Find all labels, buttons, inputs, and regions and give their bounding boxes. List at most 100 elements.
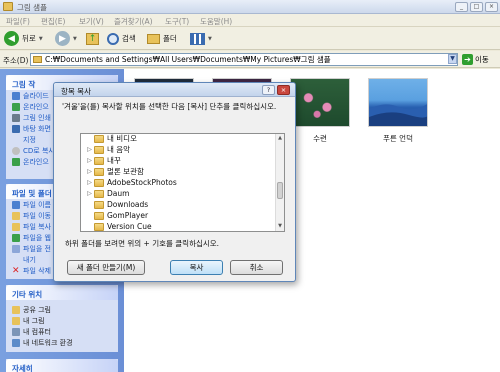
go-button[interactable]: ➔ 이동: [462, 54, 489, 65]
tree-item[interactable]: ▷ Daum: [85, 188, 129, 199]
tree-item[interactable]: Downloads: [85, 199, 148, 210]
place-my-pictures[interactable]: 내 그림: [6, 315, 118, 326]
go-arrow-icon: ➔: [462, 54, 473, 65]
dialog-title-bar: 항목 복사 ? ×: [54, 83, 295, 97]
globe-icon: [12, 157, 20, 166]
dialog-hint: 하위 폴더를 보려면 위의 + 기호를 클릭하십시오.: [65, 239, 220, 248]
minimize-button[interactable]: _: [455, 2, 468, 12]
computer-icon: [12, 327, 20, 336]
menu-tools[interactable]: 도구(T): [165, 16, 189, 27]
folder-up-icon: ↑: [86, 32, 99, 45]
maximize-button[interactable]: □: [470, 2, 483, 12]
views-icon: [190, 32, 205, 45]
tree-item[interactable]: ▷ AdobeStockPhotos: [85, 177, 177, 188]
address-input[interactable]: C:₩Documents and Settings₩All Users₩Docu…: [30, 53, 458, 66]
details-panel: 자세히: [6, 359, 118, 372]
folder-icon: [94, 222, 104, 231]
menu-edit[interactable]: 편집(E): [41, 16, 65, 27]
scroll-down-icon[interactable]: ▼: [276, 222, 284, 231]
folders-icon: [147, 33, 160, 44]
thumbnail-caption: 수련: [313, 134, 327, 143]
search-label: 검색: [122, 34, 136, 43]
folder-icon: [12, 305, 20, 314]
folder-icon: [33, 56, 42, 63]
chevron-down-icon: ▼: [38, 35, 43, 42]
toolbar: ◀ 뒤로 ▼ ▶ ▼ ↑ 검색 폴더 ▼: [0, 27, 500, 50]
desktop-icon: [12, 124, 20, 133]
menu-file[interactable]: 파일(F): [6, 16, 30, 27]
tree-item[interactable]: GomPlayer: [85, 210, 148, 221]
copy-items-dialog: 항목 복사 ? × '겨울'을(를) 복사할 위치를 선택한 다음 [복사] 단…: [53, 82, 296, 282]
folder-icon: [94, 134, 104, 143]
tree-item[interactable]: ▷ 내꾸: [85, 155, 121, 166]
expand-arrow-icon[interactable]: ▷: [85, 179, 94, 186]
slideshow-icon: [12, 91, 20, 100]
folder-icon: [94, 145, 104, 154]
go-label: 이동: [475, 55, 489, 64]
folders-button[interactable]: 폴더: [147, 30, 177, 47]
chevron-down-icon: ▼: [208, 35, 212, 42]
folders-label: 폴더: [163, 34, 177, 43]
up-folder-button[interactable]: ↑: [86, 30, 99, 47]
copy-icon: [12, 222, 20, 231]
back-button[interactable]: ◀ 뒤로 ▼: [4, 30, 43, 47]
menu-help[interactable]: 도움말(H): [200, 16, 232, 27]
back-arrow-icon: ◀: [4, 31, 19, 46]
chevron-down-icon: ▼: [73, 35, 77, 42]
back-label: 뒤로: [22, 34, 36, 43]
dialog-close-button[interactable]: ×: [277, 85, 290, 95]
address-bar: 주소(D) C:₩Documents and Settings₩All User…: [0, 51, 500, 68]
copy-button[interactable]: 복사: [170, 260, 223, 275]
move-icon: [12, 211, 20, 220]
menu-favorites[interactable]: 즐겨찾기(A): [114, 16, 153, 27]
address-label: 주소(D): [3, 56, 29, 65]
cd-icon: [12, 146, 20, 155]
place-my-computer[interactable]: 내 컴퓨터: [6, 326, 118, 337]
place-network[interactable]: 내 네트워크 환경: [6, 337, 118, 348]
other-places-header[interactable]: 기타 위치: [6, 285, 118, 300]
folder-icon: [12, 316, 20, 325]
expand-arrow-icon[interactable]: ▷: [85, 146, 94, 153]
folder-icon: [3, 2, 13, 11]
tree-item[interactable]: ▷ 내 음악: [85, 144, 130, 155]
forward-button[interactable]: ▶ ▼: [55, 30, 77, 47]
details-header[interactable]: 자세히: [6, 359, 118, 372]
thumbnail-blue-hills[interactable]: [368, 78, 428, 127]
folder-tree[interactable]: 내 비디오 ▷ 내 음악 ▷ 내꾸 ▷ 멀론 보관함 ▷ AdobeStockPhoto…: [80, 133, 285, 232]
dialog-instruction: '겨울'을(를) 복사할 위치를 선택한 다음 [복사] 단추를 클릭하십시오.: [62, 102, 277, 111]
delete-icon: ✕: [12, 265, 20, 276]
close-button[interactable]: ×: [485, 2, 498, 12]
folder-icon: [94, 156, 104, 165]
address-dropdown-icon[interactable]: ▼: [448, 54, 457, 64]
new-folder-button[interactable]: 새 폴더 만들기(M): [67, 260, 145, 275]
folder-icon: [94, 211, 104, 220]
printer-icon: [12, 113, 20, 122]
tree-item[interactable]: ▷ 멀론 보관함: [85, 166, 144, 177]
tree-item[interactable]: Version Cue: [85, 221, 152, 231]
folder-icon: [94, 178, 104, 187]
expand-arrow-icon[interactable]: ▷: [85, 157, 94, 164]
tree-scrollbar[interactable]: ▲ ▼: [275, 134, 284, 231]
cancel-button[interactable]: 취소: [230, 260, 283, 275]
help-button[interactable]: ?: [262, 85, 275, 95]
forward-arrow-icon: ▶: [55, 31, 70, 46]
title-bar: 그림 샘플 _ □ ×: [0, 0, 500, 14]
other-places-panel: 기타 위치 공유 그림 내 그림 내 컴퓨터 내 네트워크 환경: [6, 285, 118, 352]
place-shared-pictures[interactable]: 공유 그림: [6, 304, 118, 315]
expand-arrow-icon[interactable]: ▷: [85, 168, 94, 175]
globe-icon: [12, 233, 20, 242]
hills-graphic: [369, 104, 427, 126]
search-icon: [107, 32, 119, 45]
thumbnail-water-lilies[interactable]: [290, 78, 350, 127]
folder-icon: [94, 167, 104, 176]
views-button[interactable]: ▼: [190, 30, 212, 47]
search-button[interactable]: 검색: [107, 30, 136, 47]
menu-bar: 파일(F) 편집(E) 보기(V) 즐겨찾기(A) 도구(T) 도움말(H): [0, 14, 500, 27]
menu-view[interactable]: 보기(V): [79, 16, 104, 27]
tree-item[interactable]: 내 비디오: [85, 134, 137, 144]
scroll-up-icon[interactable]: ▲: [276, 134, 284, 143]
scroll-thumb[interactable]: [277, 182, 283, 199]
address-value: C:₩Documents and Settings₩All Users₩Docu…: [45, 55, 331, 64]
network-icon: [12, 338, 20, 347]
expand-arrow-icon[interactable]: ▷: [85, 190, 94, 197]
